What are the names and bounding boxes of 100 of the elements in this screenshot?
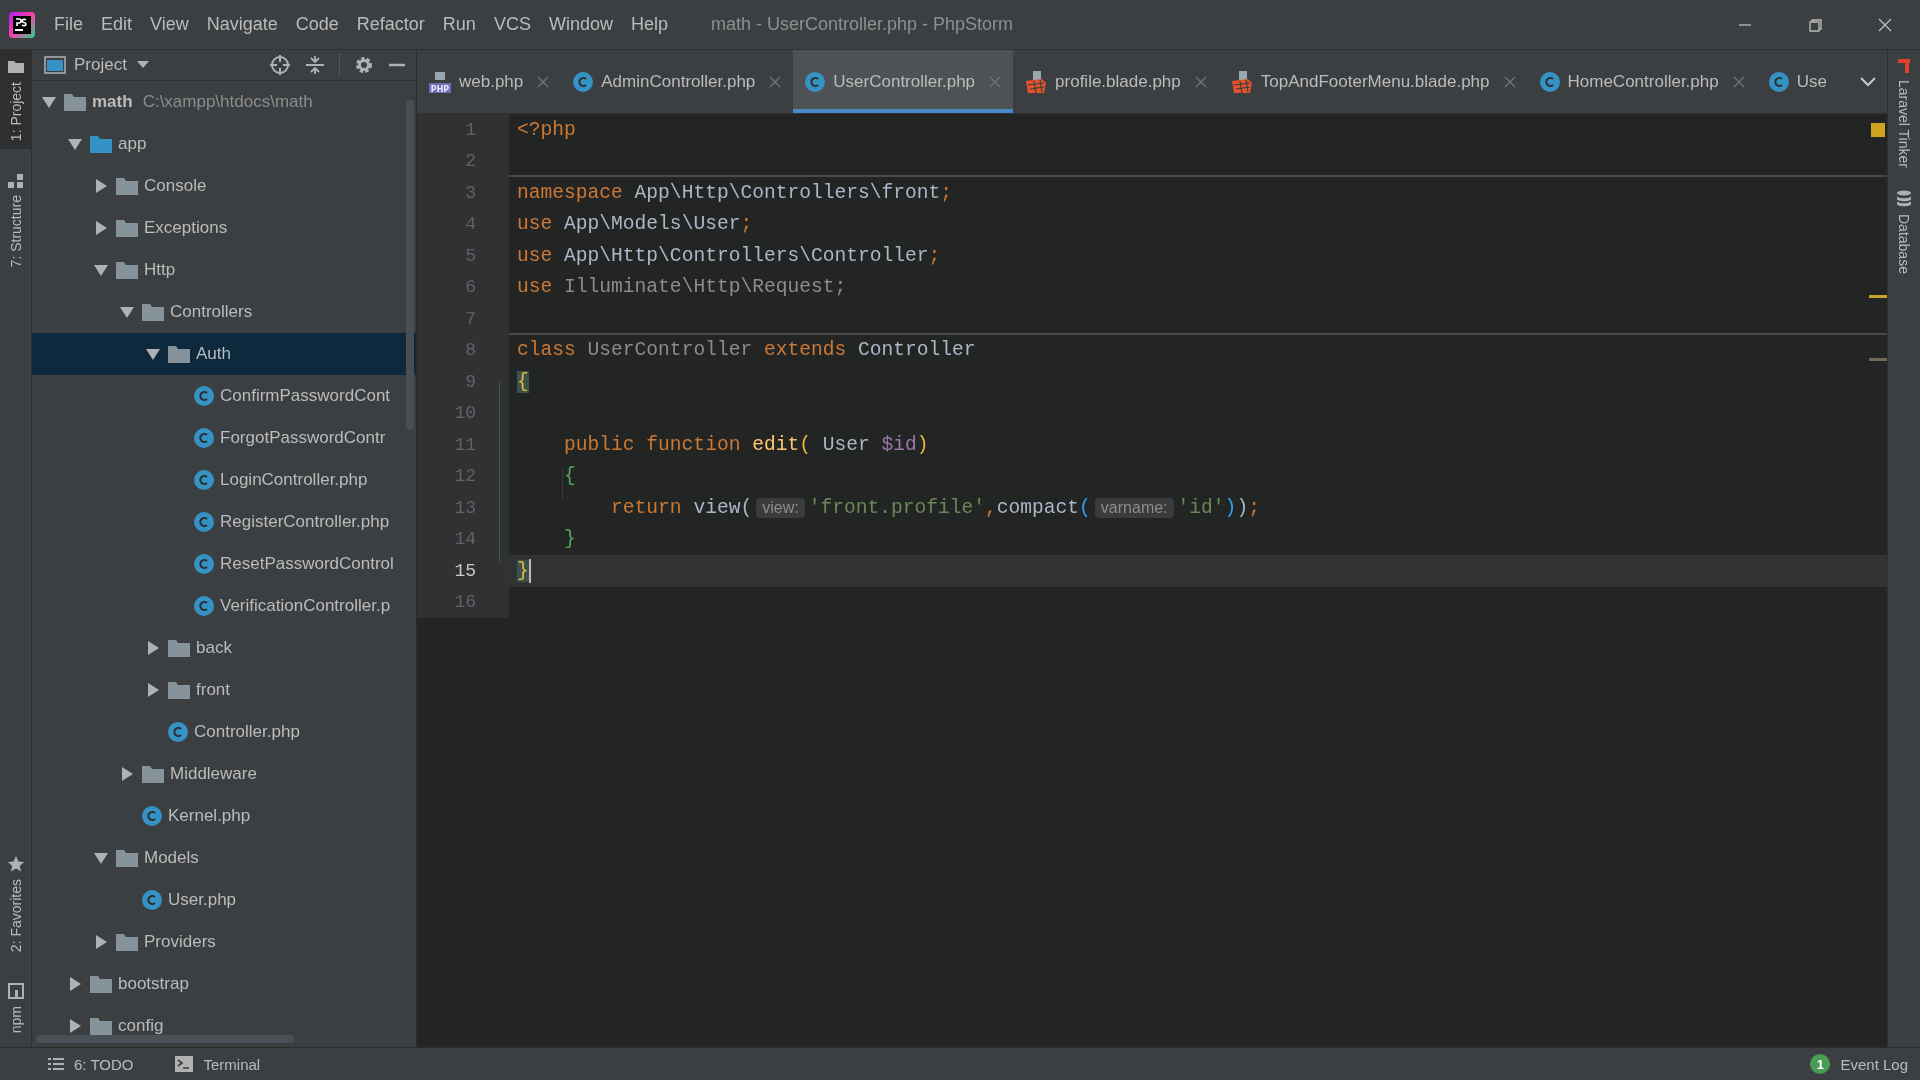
code-text: use App\Models\User; [517,213,753,236]
menu-item[interactable]: Help [621,10,677,39]
tool-window-button[interactable]: Terminal [175,1055,261,1073]
code-text: public function edit( User $id) [563,433,929,456]
view-title: Project [74,55,127,75]
notification-badge: 1 [1810,1054,1831,1074]
expanded-arrow-icon [68,137,82,151]
menu-item[interactable]: VCS [484,10,540,39]
event-log-label: Event Log [1840,1055,1908,1073]
editor-tab[interactable]: profile.blade.php [1013,50,1219,113]
tree-item[interactable]: app [32,123,416,165]
class-file-icon [194,596,214,616]
menu-item[interactable]: Edit [92,10,142,39]
tree-item[interactable]: config [32,1005,416,1047]
code-text: use Illuminate\Http\Request; [517,276,847,299]
structure-icon [7,171,25,190]
tree-item[interactable]: User.php [32,879,416,921]
tool-window-button[interactable]: 2: Favorites [0,846,32,960]
menu-item[interactable]: Code [286,10,348,39]
tree-item[interactable]: LoginController.php [32,459,416,501]
close-icon[interactable] [537,75,550,88]
code-text: { [563,465,576,488]
star-icon [7,854,25,873]
menu-item[interactable]: Run [433,10,485,39]
code-text: } [517,559,529,582]
scrollbar-thumb[interactable] [36,1035,294,1043]
code-text: } [563,528,576,551]
settings-icon[interactable] [354,55,374,75]
tree-item[interactable]: Controller.php [32,711,416,753]
tool-window-button[interactable]: npm [0,973,32,1041]
tree-item[interactable]: Providers [32,921,416,963]
expanded-arrow-icon [94,851,108,865]
tree-item[interactable]: Auth [32,333,416,375]
menu-item[interactable]: Refactor [347,10,434,39]
tree-item[interactable]: Exceptions [32,207,416,249]
collapse-all-icon[interactable] [305,55,325,75]
tree-item[interactable]: ConfirmPasswordCont [32,375,416,417]
class-file-icon [168,722,188,742]
menu-item[interactable]: View [141,10,198,39]
collapsed-arrow-icon [94,221,108,235]
tree-item[interactable]: front [32,669,416,711]
folder-icon [116,849,138,867]
scrollbar-thumb[interactable] [406,100,414,430]
tree-item[interactable]: RegisterController.php [32,501,416,543]
tree-item[interactable]: Console [32,165,416,207]
text-cursor [528,558,531,583]
collapsed-arrow-icon [94,179,108,193]
folder-icon [116,177,138,195]
tool-window-button[interactable]: 6: TODO [48,1055,134,1073]
editor-tab[interactable]: TopAndFooterMenu.blade.php [1218,50,1528,113]
tree-item[interactable]: bootstrap [32,963,416,1005]
close-icon[interactable] [769,75,782,88]
close-icon[interactable] [1732,75,1745,88]
tinker-icon [1896,56,1912,74]
class-file-icon [194,386,214,406]
expanded-arrow-icon [120,305,134,319]
tree-item[interactable]: Models [32,837,416,879]
menu-item[interactable]: Window [539,10,622,39]
tree-item[interactable]: ResetPasswordControl [32,543,416,585]
tree-item[interactable]: Controllers [32,291,416,333]
database-icon [1896,189,1912,208]
folder-icon [7,58,25,76]
tool-window-button[interactable]: 1: Project [0,50,32,150]
collapsed-arrow-icon [146,683,160,697]
tree-item[interactable]: VerificationController.p [32,585,416,627]
close-icon[interactable] [1503,75,1516,88]
tree-item[interactable]: Kernel.php [32,795,416,837]
editor-tab[interactable]: HomeController.php [1527,50,1757,113]
folder-icon [168,681,190,699]
editor-tab[interactable]: UserController.php [793,50,1014,113]
editor-tab[interactable]: Use [1756,50,1839,113]
menu-item[interactable]: Navigate [197,10,287,39]
crosshair-icon[interactable] [269,54,291,76]
close-icon[interactable] [989,75,1002,88]
folder-icon [142,303,164,321]
collapsed-arrow-icon [94,935,108,949]
folder-icon [90,975,112,993]
folder-icon [116,261,138,279]
code-text: use App\Http\Controllers\Controller; [517,244,941,267]
tree-item[interactable]: Http [32,249,416,291]
collapsed-arrow-icon [68,1019,82,1033]
folder-icon [116,933,138,951]
expanded-arrow-icon [42,95,56,109]
tree-item[interactable]: math C:\xampp\htdocs\math [32,81,416,123]
class-file-icon [142,806,162,826]
editor-tab[interactable]: AdminController.php [561,50,794,113]
menu-item[interactable]: File [45,10,92,39]
folder-icon [142,765,164,783]
tree-item[interactable]: Middleware [32,753,416,795]
window-title: math - UserController.php - PhpStorm [710,14,1015,35]
tree-item[interactable]: back [32,627,416,669]
square-icon [7,981,25,1000]
tool-window-button[interactable]: Database [1888,189,1920,274]
folder-icon [90,135,112,153]
tool-window-button[interactable]: Laravel Tinker [1888,56,1920,168]
tool-window-button[interactable]: 7: Structure [0,163,32,276]
chevron-down-icon[interactable] [1859,75,1877,88]
editor-tab[interactable]: PHP web.php [417,50,562,113]
tree-item[interactable]: ForgotPasswordContr [32,417,416,459]
close-icon[interactable] [1194,75,1207,88]
